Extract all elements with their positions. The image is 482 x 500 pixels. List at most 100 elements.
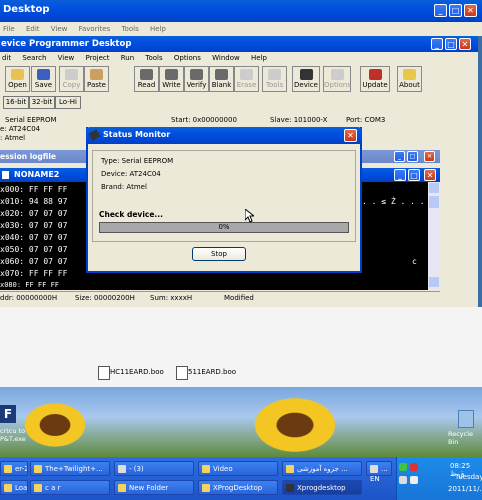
app-menu-help[interactable]: Help: [251, 54, 267, 62]
outer-close-button[interactable]: ✕: [464, 4, 477, 17]
dialog-app-icon: [88, 129, 101, 141]
toolbar-verify-button[interactable]: Verify: [184, 66, 209, 92]
app-minimize-button[interactable]: _: [431, 38, 443, 50]
toolbar-copy-button[interactable]: Copy: [59, 66, 84, 92]
outer-window-title: Desktop: [3, 4, 50, 15]
outer-menu-view[interactable]: View: [51, 25, 68, 33]
toolbar-options-button[interactable]: Options: [323, 66, 351, 92]
app-menu-options[interactable]: Options: [174, 54, 201, 62]
hex-row: x020: 07 07 07: [0, 209, 68, 218]
app-titlebar: evice Programmer Desktop _ □ ✕: [0, 36, 478, 52]
toolbar-device-button[interactable]: Device: [292, 66, 320, 92]
app-shortcut-label[interactable]: crtcu to P&T.exe: [0, 427, 40, 443]
toolbar-tools-button[interactable]: Tools: [262, 66, 287, 92]
bit-32-button[interactable]: 32-bit: [29, 96, 55, 109]
logfile-maximize-button[interactable]: □: [407, 151, 418, 162]
mouse-cursor-icon: [245, 209, 254, 223]
folder-icon: [4, 484, 12, 492]
dialog-device-text: Device: AT24C04: [101, 170, 161, 178]
outer-menu-tools[interactable]: Tools: [121, 25, 138, 33]
taskbar-button-active[interactable]: Xprogdesktop: [282, 480, 362, 495]
toolbar-save-button[interactable]: Save: [31, 66, 56, 92]
app-menu-project[interactable]: Project: [86, 54, 110, 62]
bit-16-button[interactable]: 16-bit: [3, 96, 29, 109]
recycle-bin-label[interactable]: Recycle Bin: [448, 430, 482, 446]
desktop-file-label[interactable]: HC11EARD.boo: [110, 368, 164, 376]
dialog-check-text: Check device...: [99, 210, 163, 219]
toolbar-read-button[interactable]: Read: [134, 66, 159, 92]
blank-chip-icon: [215, 69, 228, 80]
desktop-file-icon[interactable]: [98, 366, 110, 380]
app-shortcut-icon[interactable]: F: [0, 405, 16, 423]
toolbar-write-button[interactable]: Write: [159, 66, 184, 92]
hex-statusbar: ddr: 00000000H Size: 00000200H Sum: xxxx…: [0, 291, 440, 304]
app-menu-tools[interactable]: Tools: [145, 54, 162, 62]
app-close-button[interactable]: ✕: [459, 38, 471, 50]
paste-icon: [90, 69, 103, 80]
taskbar-button[interactable]: - (3): [114, 461, 194, 476]
toolbar-erase-button[interactable]: Erase: [234, 66, 259, 92]
outer-menu-edit[interactable]: Edit: [26, 25, 40, 33]
logfile-minimize-button[interactable]: _: [394, 151, 405, 162]
folder-icon: [202, 465, 210, 473]
document-icon: [2, 171, 9, 179]
floppy-icon: [37, 69, 50, 80]
clock-day[interactable]: Tuesday: [455, 473, 482, 481]
lo-hi-button[interactable]: Lo-Hi: [55, 96, 81, 109]
taskbar-button[interactable]: XProgDesktop: [198, 480, 278, 495]
scroll-thumb[interactable]: [429, 196, 439, 208]
app-maximize-button[interactable]: □: [445, 38, 457, 50]
outer-minimize-button[interactable]: _: [434, 4, 447, 17]
hex-scrollbar[interactable]: [428, 182, 440, 290]
recycle-bin-icon[interactable]: [458, 410, 474, 428]
dialog-stop-button[interactable]: Stop: [192, 247, 246, 261]
help-icon: [403, 69, 416, 80]
taskbar-button[interactable]: ...: [366, 461, 392, 476]
clock-date[interactable]: 2011/11/...: [448, 485, 482, 493]
hex-minimize-button[interactable]: _: [394, 169, 406, 181]
outer-maximize-button[interactable]: □: [449, 4, 462, 17]
taskbar-button[interactable]: er-2...: [0, 461, 28, 476]
folder-icon: [118, 484, 126, 492]
app-menu-run[interactable]: Run: [121, 54, 134, 62]
outer-menu-file[interactable]: File: [3, 25, 15, 33]
desktop-file-label[interactable]: 511EARD.boo: [188, 368, 236, 376]
app-menu-edit[interactable]: dit: [2, 54, 11, 62]
toolbar-update-button[interactable]: Update: [360, 66, 390, 92]
language-indicator[interactable]: EN: [370, 475, 380, 483]
volume-icon[interactable]: [410, 476, 418, 484]
desktop-file-icon[interactable]: [176, 366, 188, 380]
taskbar-button[interactable]: New Folder: [114, 480, 194, 495]
logfile-close-button[interactable]: ✕: [424, 151, 435, 162]
app-menubar: dit Search View Project Run Tools Option…: [0, 52, 478, 65]
outer-menu-favorites[interactable]: Favorites: [79, 25, 111, 33]
toolbar-open-button[interactable]: Open: [5, 66, 30, 92]
taskbar-button[interactable]: The+Twilight+...: [30, 461, 110, 476]
dialog-close-button[interactable]: ✕: [344, 129, 357, 142]
tray-icon[interactable]: [399, 476, 407, 484]
hex-row: x000: FF FF FF: [0, 185, 68, 194]
scroll-up-arrow[interactable]: [429, 183, 439, 193]
toolbar-blank-button[interactable]: Blank: [209, 66, 234, 92]
window-icon: [370, 465, 378, 473]
tray-icon[interactable]: [399, 463, 407, 471]
erase-icon: [240, 69, 253, 80]
hex-close-button[interactable]: ✕: [424, 169, 436, 181]
ascii-row: c: [412, 257, 417, 266]
hex-maximize-button[interactable]: □: [408, 169, 420, 181]
app-menu-search[interactable]: Search: [22, 54, 46, 62]
taskbar-button[interactable]: Loaded...: [0, 480, 28, 495]
scroll-down-arrow[interactable]: [429, 277, 439, 287]
update-icon: [368, 69, 382, 80]
app-menu-window[interactable]: Window: [212, 54, 240, 62]
taskbar-button[interactable]: جزوه آموزشی ...: [282, 461, 362, 476]
app-menu-view[interactable]: View: [58, 54, 75, 62]
outer-menu-help[interactable]: Help: [150, 25, 166, 33]
tray-icon[interactable]: [410, 463, 418, 471]
toolbar-about-button[interactable]: About: [397, 66, 422, 92]
taskbar-button[interactable]: c a r: [30, 480, 110, 495]
status-modified: Modified: [224, 294, 254, 302]
toolbar-paste-button[interactable]: Paste: [84, 66, 109, 92]
read-chip-icon: [140, 69, 153, 80]
taskbar-button[interactable]: Video: [198, 461, 278, 476]
